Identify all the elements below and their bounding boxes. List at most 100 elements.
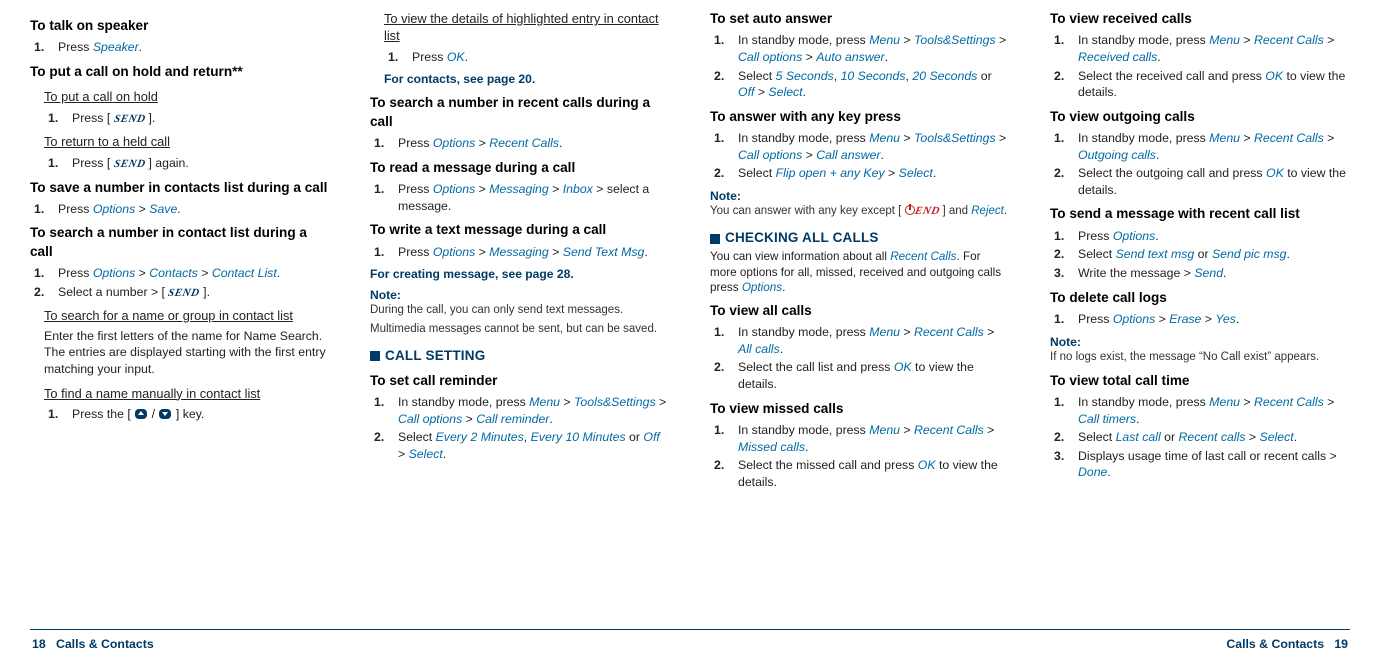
section-description: You can view information about all Recen…: [710, 249, 1010, 295]
step-number: 3.: [1050, 448, 1078, 481]
heading-outgoing-calls: To view outgoing calls: [1050, 108, 1350, 126]
subhead-return-held: To return to a held call: [44, 133, 330, 150]
nav-key-up-icon: [134, 408, 148, 420]
step-text: Press [ SEND ].: [72, 110, 330, 127]
end-key-power-icon: [905, 205, 915, 215]
section-call-setting: CALL SETTING: [370, 347, 670, 365]
step-text: Press [ SEND ] again.: [72, 155, 330, 172]
step-text: Select the call list and press OK to vie…: [738, 359, 1010, 392]
step-text: Press Options > Contacts > Contact List.: [58, 265, 330, 282]
heading-hold-return: To put a call on hold and return**: [30, 63, 330, 81]
step-number: 1.: [384, 49, 412, 66]
step-text: Press Options > Erase > Yes.: [1078, 311, 1350, 328]
footer-section-left: Calls & Contacts: [56, 637, 154, 651]
send-key-icon: SEND: [112, 112, 146, 127]
step-number: 1.: [370, 394, 398, 427]
step-number: 1.: [44, 406, 72, 423]
heading-view-all: To view all calls: [710, 302, 1010, 320]
step-text: Select Last call or Recent calls > Selec…: [1078, 429, 1350, 446]
column-4: To view received calls 1. In standby mod…: [1050, 10, 1350, 625]
footer-section-right: Calls & Contacts: [1226, 637, 1324, 651]
step-text: Select a number > [ SEND ].: [58, 284, 330, 301]
step-number: 1.: [1050, 228, 1078, 245]
cross-reference: For contacts, see page 20.: [384, 71, 670, 87]
step-number: 1.: [710, 130, 738, 163]
heading-talk-speaker: To talk on speaker: [30, 17, 330, 35]
heading-missed-calls: To view missed calls: [710, 400, 1010, 418]
column-2: To view the details of highlighted entry…: [370, 10, 670, 625]
step-number: 2.: [1050, 246, 1078, 263]
step-number: 1.: [30, 201, 58, 218]
step-text: Select the outgoing call and press OK to…: [1078, 165, 1350, 198]
step-text: In standby mode, press Menu > Tools&Sett…: [738, 130, 1010, 163]
heading-write-message: To write a text message during a call: [370, 221, 670, 239]
subhead-put-hold: To put a call on hold: [44, 88, 330, 105]
page-number-left: 18: [32, 637, 46, 651]
step-number: 2.: [710, 457, 738, 490]
step-text: Press Options.: [1078, 228, 1350, 245]
step-number: 2.: [710, 165, 738, 182]
note-label: Note:: [1050, 334, 1350, 350]
heading-received-calls: To view received calls: [1050, 10, 1350, 28]
step-number: 1.: [370, 181, 398, 214]
send-key-icon: SEND: [167, 286, 201, 301]
column-1: To talk on speaker 1. Press Speaker. To …: [30, 10, 330, 625]
manual-page-columns: To talk on speaker 1. Press Speaker. To …: [30, 10, 1350, 630]
step-text: Select Every 2 Minutes, Every 10 Minutes…: [398, 429, 670, 462]
column-3: To set auto answer 1. In standby mode, p…: [710, 10, 1010, 625]
step-number: 1.: [710, 422, 738, 455]
step-number: 1.: [710, 32, 738, 65]
step-number: 2.: [1050, 429, 1078, 446]
heading-total-time: To view total call time: [1050, 372, 1350, 390]
step-number: 2.: [1050, 165, 1078, 198]
footer-left: 18 Calls & Contacts: [32, 636, 154, 653]
send-key-icon: SEND: [112, 157, 146, 172]
subhead-find-manual: To find a name manually in contact list: [44, 385, 330, 402]
step-text: Select 5 Seconds, 10 Seconds, 20 Seconds…: [738, 68, 1010, 101]
end-key-icon: END: [913, 204, 941, 218]
step-text: In standby mode, press Menu > Recent Cal…: [1078, 394, 1350, 427]
step-text: Select Send text msg or Send pic msg.: [1078, 246, 1350, 263]
step-text: In standby mode, press Menu > Recent Cal…: [1078, 130, 1350, 163]
heading-save-number: To save a number in contacts list during…: [30, 179, 330, 197]
heading-auto-answer: To set auto answer: [710, 10, 1010, 28]
step-text: In standby mode, press Menu > Tools&Sett…: [398, 394, 670, 427]
step-text: Press Speaker.: [58, 39, 330, 56]
page-footer: 18 Calls & Contacts Calls & Contacts 19: [30, 630, 1350, 653]
step-text: Press the [ / ] key.: [72, 406, 330, 423]
step-number: 2.: [710, 68, 738, 101]
note-text: During the call, you can only send text …: [370, 303, 670, 318]
step-text: In standby mode, press Menu > Recent Cal…: [1078, 32, 1350, 65]
note-text: Multimedia messages cannot be sent, but …: [370, 322, 670, 337]
step-number: 1.: [710, 324, 738, 357]
cross-reference: For creating message, see page 28.: [370, 266, 670, 282]
step-number: 1.: [30, 39, 58, 56]
step-number: 1.: [370, 244, 398, 261]
step-number: 1.: [1050, 394, 1078, 427]
step-number: 3.: [1050, 265, 1078, 282]
step-number: 1.: [30, 265, 58, 282]
page-number-right: 19: [1334, 637, 1348, 651]
footer-right: Calls & Contacts 19: [1226, 636, 1348, 653]
note-text: If no logs exist, the message “No Call e…: [1050, 350, 1350, 365]
step-text: Write the message > Send.: [1078, 265, 1350, 282]
step-text: Displays usage time of last call or rece…: [1078, 448, 1350, 481]
heading-any-key: To answer with any key press: [710, 108, 1010, 126]
step-number: 1.: [1050, 32, 1078, 65]
step-number: 2.: [1050, 68, 1078, 101]
section-checking-calls: CHECKING ALL CALLS: [710, 229, 1010, 247]
step-text: Press OK.: [412, 49, 670, 66]
step-text: Select Flip open + any Key > Select.: [738, 165, 1010, 182]
note-text: You can answer with any key except [ END…: [710, 204, 1010, 219]
step-number: 2.: [710, 359, 738, 392]
heading-call-reminder: To set call reminder: [370, 372, 670, 390]
step-number: 1.: [1050, 130, 1078, 163]
step-text: In standby mode, press Menu > Recent Cal…: [738, 324, 1010, 357]
subhead-search-name: To search for a name or group in contact…: [44, 307, 330, 324]
step-text: Press Options > Messaging > Inbox > sele…: [398, 181, 670, 214]
step-number: 1.: [44, 110, 72, 127]
heading-delete-logs: To delete call logs: [1050, 289, 1350, 307]
paragraph: Enter the first letters of the name for …: [44, 328, 330, 378]
heading-send-message: To send a message with recent call list: [1050, 205, 1350, 223]
step-number: 2.: [370, 429, 398, 462]
